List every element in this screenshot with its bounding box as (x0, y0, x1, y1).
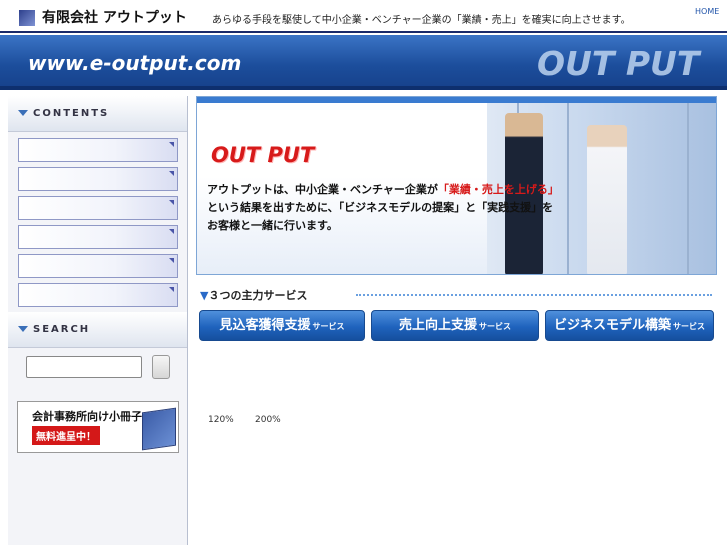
hero-line-3: お客様と一緒に行います。 (207, 219, 338, 232)
corner-arrow-icon (169, 229, 174, 234)
promo-title: 会計事務所向け小冊子 (32, 410, 142, 423)
corner-arrow-icon (169, 171, 174, 176)
booklet-icon (142, 407, 176, 451)
corner-arrow-icon (169, 258, 174, 263)
home-link[interactable]: HOME (695, 7, 719, 16)
promo-badge: 無料進呈中！ (32, 426, 100, 445)
search-input[interactable] (26, 356, 142, 378)
corner-arrow-icon (169, 200, 174, 205)
services-heading: ▼３つの主力サービス (200, 289, 308, 302)
hero-brand: OUT PUT (211, 143, 315, 167)
zoom-level-120[interactable]: 120% (208, 415, 234, 425)
contents-title: CONTENTS (33, 108, 110, 119)
zoom-level-200[interactable]: 200% (255, 415, 281, 425)
header-tagline: あらゆる手段を駆使して中小企業・ベンチャー企業の「業績・売上」を確実に向上させま… (212, 15, 631, 26)
lead-acquisition-service-button[interactable]: 見込客獲得支援 サービス (199, 310, 365, 341)
contents-header: CONTENTS (8, 96, 187, 132)
banner-divider (0, 86, 727, 90)
sidebar-menu-item-6[interactable] (18, 283, 178, 307)
business-model-service-button[interactable]: ビジネスモデル構築 サービス (545, 310, 714, 341)
sidebar-menu-item-3[interactable] (18, 196, 178, 220)
search-button[interactable] (152, 355, 170, 379)
sales-improvement-service-button[interactable]: 売上向上支援 サービス (371, 310, 539, 341)
dotted-divider (356, 294, 712, 296)
company-logo-icon (19, 10, 35, 26)
corner-arrow-icon (169, 142, 174, 147)
sidebar: CONTENTS SEARCH 会計事務所向け小冊子 無料進呈中！ (8, 96, 188, 545)
search-title: SEARCH (33, 324, 91, 335)
triangle-down-icon (18, 110, 28, 116)
sidebar-menu-item-4[interactable] (18, 225, 178, 249)
company-name: 有限会社 アウトプット (42, 10, 187, 26)
banner-brand: OUT PUT (537, 44, 700, 83)
hero-banner: OUT PUT アウトプットは、中小企業・ベンチャー企業が「業績・売上を上げる」… (196, 96, 717, 275)
site-banner: www.e-output.com OUT PUT (0, 35, 727, 90)
triangle-down-icon (18, 326, 28, 332)
page: 有限会社 アウトプット あらゆる手段を駆使して中小企業・ベンチャー企業の「業績・… (0, 0, 727, 545)
hero-line-1: アウトプットは、中小企業・ベンチャー企業が「業績・売上を上げる」 (207, 183, 559, 196)
search-header: SEARCH (8, 312, 187, 348)
sidebar-menu-item-5[interactable] (18, 254, 178, 278)
corner-arrow-icon (169, 287, 174, 292)
sidebar-menu-item-2[interactable] (18, 167, 178, 191)
banner-url: www.e-output.com (28, 51, 242, 75)
hero-line-2: という結果を出すために、「ビジネスモデルの提案」と「実践支援」を (207, 201, 554, 214)
booklet-promo-banner[interactable]: 会計事務所向け小冊子 無料進呈中！ (17, 401, 179, 453)
sidebar-menu-item-1[interactable] (18, 138, 178, 162)
top-header: 有限会社 アウトプット あらゆる手段を駆使して中小企業・ベンチャー企業の「業績・… (0, 0, 727, 33)
